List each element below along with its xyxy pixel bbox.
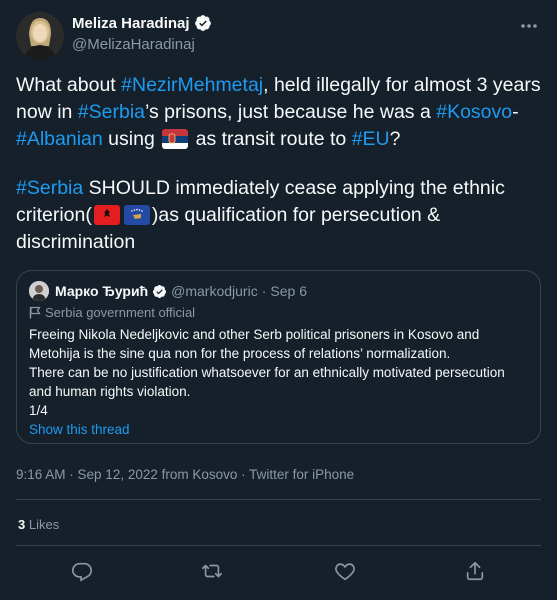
retweet-icon[interactable] xyxy=(201,560,223,582)
share-icon[interactable] xyxy=(464,560,486,582)
tweet-paragraph-1: What about #NezirMehmetaj, held illegall… xyxy=(16,72,541,153)
divider xyxy=(16,545,541,546)
kosovo-flag-icon xyxy=(123,205,150,225)
quoted-date[interactable]: Sep 6 xyxy=(270,283,307,299)
hashtag-link[interactable]: #EU xyxy=(352,128,390,150)
likes-label: Likes xyxy=(28,517,60,532)
reply-icon[interactable] xyxy=(71,560,93,582)
text-segment: using xyxy=(102,128,161,150)
separator-dot: · xyxy=(261,283,267,299)
verified-badge-icon xyxy=(152,284,167,299)
likes-stat[interactable]: 3 Likes xyxy=(18,517,59,532)
divider xyxy=(16,499,541,500)
tweet-card: Meliza Haradinaj @MelizaHaradinaj What a… xyxy=(0,0,557,600)
tweet-timestamp[interactable]: 9:16 AM · Sep 12, 2022 from Kosovo · Twi… xyxy=(16,467,354,482)
serbia-flag-icon xyxy=(162,129,189,149)
action-bar xyxy=(0,560,557,584)
tweet-paragraph-2: #Serbia SHOULD immediately cease applyin… xyxy=(16,175,541,256)
hashtag-link[interactable]: #Serbia xyxy=(78,101,145,123)
text-segment: ? xyxy=(389,128,401,150)
heart-icon[interactable] xyxy=(334,560,356,582)
albania-flag-icon xyxy=(93,205,120,225)
text-segment: as transit route to xyxy=(190,128,352,150)
text-segment: What about xyxy=(16,74,122,96)
quoted-text-line: There can be no justification whatsoever… xyxy=(29,365,505,399)
more-icon[interactable] xyxy=(519,16,539,36)
quoted-handle[interactable]: @markodjuric xyxy=(171,283,258,299)
quoted-text-line: Freeing Nikola Nedeljkovic and other Ser… xyxy=(29,327,480,361)
text-segment: - xyxy=(512,101,519,123)
verified-badge-icon xyxy=(194,14,212,32)
government-label-text: Serbia government official xyxy=(45,305,196,320)
hashtag-link[interactable]: #Serbia xyxy=(16,177,83,199)
quoted-display-name[interactable]: Марко Ђурић xyxy=(55,283,148,299)
quoted-author-avatar[interactable] xyxy=(29,281,49,301)
quoted-text: Freeing Nikola Nedeljkovic and other Ser… xyxy=(29,325,529,420)
quoted-header: Марко Ђурић @markodjuric · Sep 6 xyxy=(55,283,307,299)
author-display-name[interactable]: Meliza Haradinaj xyxy=(72,15,190,32)
quoted-text-line: 1/4 xyxy=(29,403,48,418)
hashtag-link[interactable]: #NezirMehmetaj xyxy=(121,74,263,96)
author-name-row: Meliza Haradinaj xyxy=(72,14,212,32)
tweet-text: What about #NezirMehmetaj, held illegall… xyxy=(16,72,541,278)
likes-count: 3 xyxy=(18,517,26,532)
author-handle[interactable]: @MelizaHaradinaj xyxy=(72,36,195,53)
hashtag-link[interactable]: #Kosovo xyxy=(436,101,512,123)
government-label: Serbia government official xyxy=(29,305,195,320)
show-thread-link[interactable]: Show this thread xyxy=(29,422,130,437)
hashtag-link[interactable]: #Albanian xyxy=(16,128,103,150)
quoted-tweet[interactable]: Марко Ђурић @markodjuric · Sep 6 Serbia … xyxy=(16,270,541,444)
text-segment: ’s prisons, just because he was a xyxy=(145,101,437,123)
author-avatar[interactable] xyxy=(16,12,64,60)
flag-label-icon xyxy=(29,306,41,319)
